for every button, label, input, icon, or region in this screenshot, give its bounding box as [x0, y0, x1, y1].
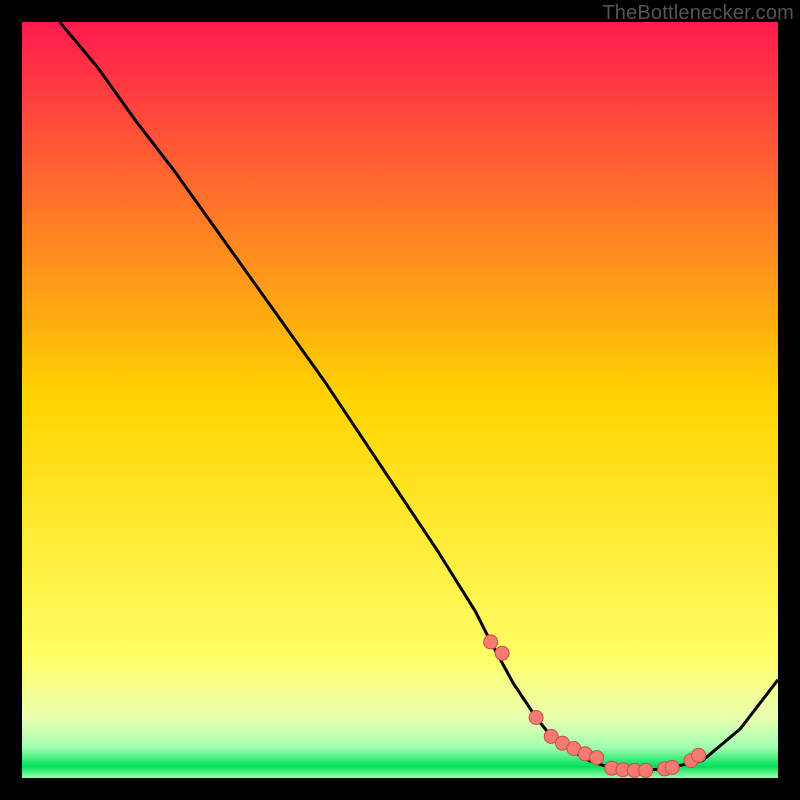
- data-marker: [692, 748, 706, 762]
- data-marker: [590, 751, 604, 765]
- watermark-text: TheBottlenecker.com: [602, 2, 794, 25]
- data-marker: [495, 646, 509, 660]
- data-marker: [665, 760, 679, 774]
- data-marker: [484, 635, 498, 649]
- gradient-background: [22, 22, 778, 778]
- chart-svg: [22, 22, 778, 778]
- chart-frame: [22, 22, 778, 778]
- data-marker: [529, 711, 543, 725]
- data-marker: [639, 763, 653, 777]
